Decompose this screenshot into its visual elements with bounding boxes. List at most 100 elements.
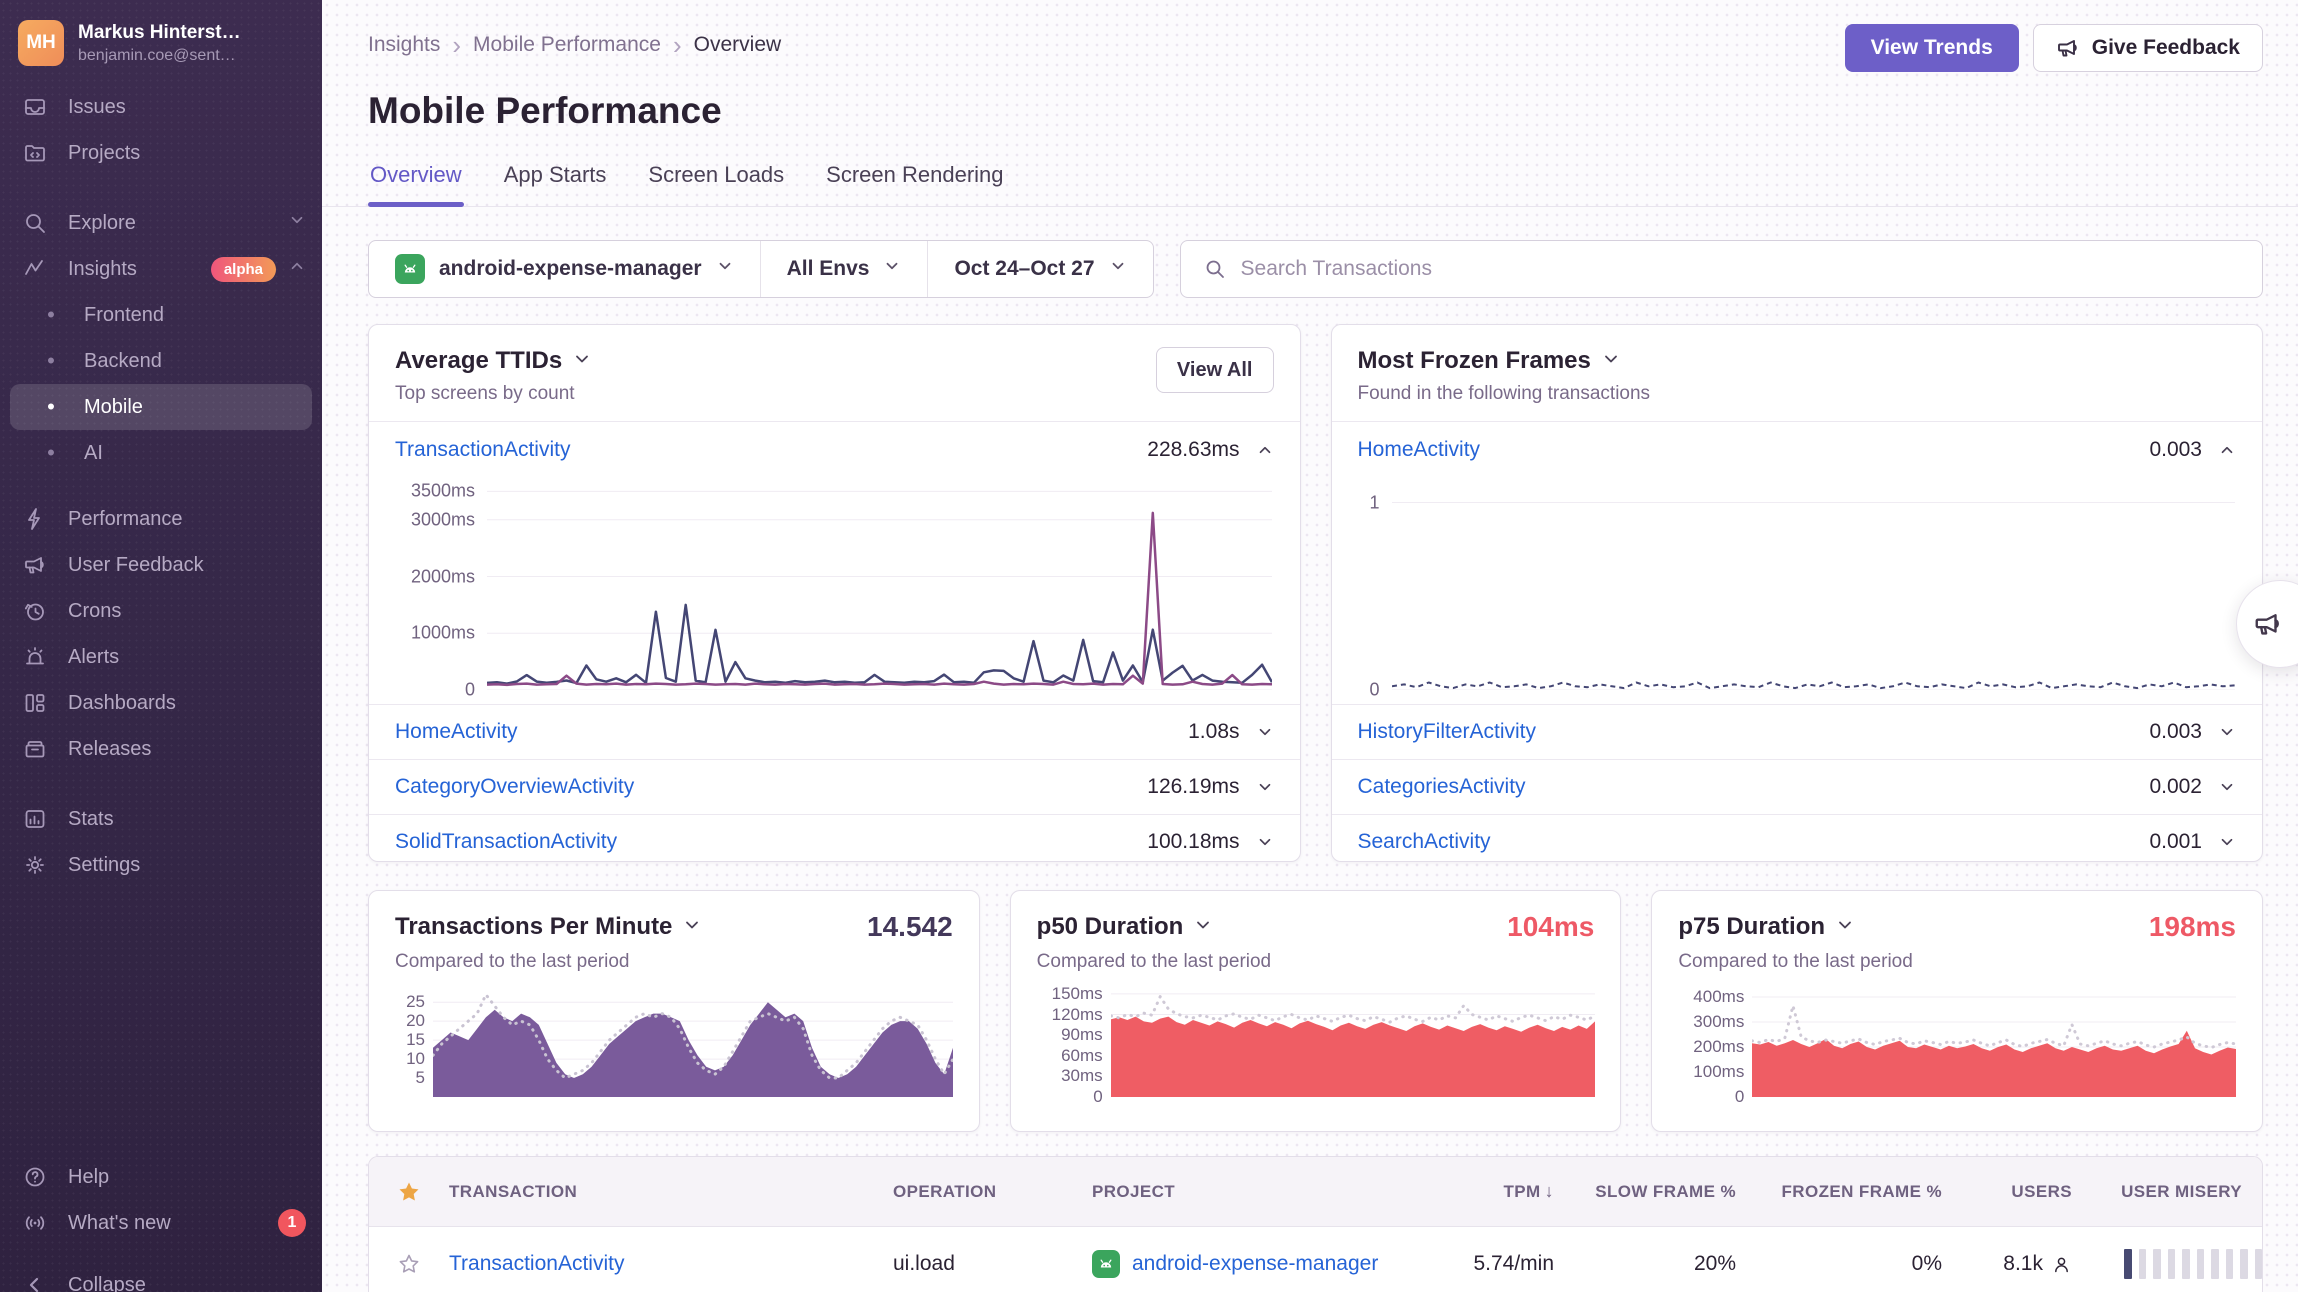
frozen-row[interactable]: SearchActivity 0.001 [1332,814,2263,862]
transaction-link[interactable]: SolidTransactionActivity [395,830,617,854]
chevron-up-icon[interactable] [2218,441,2236,459]
favorite-star-toggle[interactable] [369,1252,449,1276]
sidebar-item-ai[interactable]: • AI [0,430,322,476]
ttid-row[interactable]: HomeActivity 1.08s [369,704,1300,759]
transaction-link[interactable]: CategoryOverviewActivity [395,775,634,799]
col-user-misery[interactable]: USER MISERY [2072,1182,2262,1202]
org-user-switcher[interactable]: MH Markus Hinterst… benjamin.coe@sent… [0,20,322,84]
chevron-down-icon[interactable] [1256,778,1274,796]
chevron-down-icon[interactable] [1256,833,1274,851]
sidebar-item-user-feedback[interactable]: User Feedback [0,542,322,588]
col-transaction[interactable]: TRANSACTION [449,1182,893,1202]
average-ttids-title: Average TTIDs [395,347,562,375]
col-slow-frame[interactable]: SLOW FRAME % [1554,1182,1736,1202]
col-tpm[interactable]: TPM↓ [1392,1181,1554,1202]
user-name: Markus Hinterst… [78,22,241,44]
sidebar-item-label: Projects [68,142,140,165]
tpm-card: Transactions Per Minute 14.542 Compared … [368,890,980,1132]
filter-bar: android-expense-manager All Envs Oct 24–… [368,240,2263,298]
give-feedback-button[interactable]: Give Feedback [2033,24,2263,72]
frozen-frame-cell: 0% [1736,1252,1942,1276]
chevron-down-icon[interactable] [1193,915,1213,940]
search-transactions-box [1180,240,2263,298]
ttid-row[interactable]: CategoryOverviewActivity 126.19ms [369,759,1300,814]
bullet-icon: • [38,442,64,464]
chevron-down-icon[interactable] [2218,778,2236,796]
chevron-down-icon[interactable] [2218,833,2236,851]
view-trends-button[interactable]: View Trends [1845,24,2019,72]
transaction-link[interactable]: SearchActivity [1358,830,1491,854]
chevron-down-icon[interactable] [1835,915,1855,940]
sidebar-item-label: Help [68,1166,109,1189]
siren-icon [22,644,48,670]
sidebar-item-dashboards[interactable]: Dashboards [0,680,322,726]
chevron-down-icon[interactable] [572,349,592,374]
insights-icon [22,256,48,282]
tab-app-starts[interactable]: App Starts [502,162,609,206]
y-axis-tick: 300ms [1693,1012,1744,1032]
sidebar-item-alerts[interactable]: Alerts [0,634,322,680]
transaction-link[interactable]: TransactionActivity [395,438,570,462]
view-all-button[interactable]: View All [1156,347,1274,393]
sidebar-item-releases[interactable]: Releases [0,726,322,772]
chevron-down-icon[interactable] [682,915,702,940]
sidebar-item-insights[interactable]: Insights alpha [0,246,322,292]
transaction-link[interactable]: CategoriesActivity [1358,775,1526,799]
p50-duration-card: p50 Duration 104ms Compared to the last … [1010,890,1622,1132]
chevron-down-icon[interactable] [2218,723,2236,741]
tab-screen-rendering[interactable]: Screen Rendering [824,162,1005,206]
breadcrumb-mobile-performance[interactable]: Mobile Performance [473,33,661,57]
sidebar-item-settings[interactable]: Settings [0,842,322,888]
frozen-row[interactable]: HistoryFilterActivity 0.003 [1332,704,2263,759]
sidebar-item-backend[interactable]: • Backend [0,338,322,384]
search-transactions-input[interactable] [1241,257,2240,281]
environment-selector[interactable]: All Envs [760,241,928,297]
issues-icon [22,94,48,120]
frozen-row[interactable]: CategoriesActivity 0.002 [1332,759,2263,814]
sidebar-item-explore[interactable]: Explore [0,200,322,246]
y-axis-tick: 25 [406,992,425,1012]
search-icon [1203,257,1227,281]
y-axis-tick: 5 [416,1068,425,1088]
col-users[interactable]: USERS [1942,1182,2072,1202]
sidebar-item-help[interactable]: Help [0,1154,322,1200]
chevron-down-icon[interactable] [1256,723,1274,741]
col-frozen-frame[interactable]: FROZEN FRAME % [1736,1182,1942,1202]
avatar: MH [18,20,64,66]
sidebar-collapse-button[interactable]: Collapse [0,1262,322,1292]
sidebar-item-frontend[interactable]: • Frontend [0,292,322,338]
transaction-link[interactable]: HomeActivity [395,720,518,744]
sidebar-item-stats[interactable]: Stats [0,796,322,842]
ttid-row-expanded[interactable]: TransactionActivity 228.63ms [369,422,1300,478]
sidebar-item-whats-new[interactable]: What's new 1 [0,1200,322,1246]
sidebar-item-issues[interactable]: Issues [0,84,322,130]
date-range-selector[interactable]: Oct 24–Oct 27 [927,241,1152,297]
y-axis-tick: 10 [406,1049,425,1069]
ttid-row[interactable]: SolidTransactionActivity 100.18ms [369,814,1300,862]
chevron-down-icon[interactable] [1601,349,1621,374]
sidebar-item-projects[interactable]: Projects [0,130,322,176]
y-axis-tick: 0 [1735,1087,1744,1107]
col-operation[interactable]: OPERATION [893,1182,1092,1202]
chevron-up-icon[interactable] [1256,441,1274,459]
project-cell[interactable]: android-expense-manager [1092,1250,1392,1278]
tab-screen-loads[interactable]: Screen Loads [646,162,786,206]
ttid-value: 228.63ms [1147,438,1239,462]
project-selector[interactable]: android-expense-manager [369,241,760,297]
col-project[interactable]: PROJECT [1092,1182,1392,1202]
breadcrumb-insights[interactable]: Insights [368,33,440,57]
sidebar-item-crons[interactable]: Crons [0,588,322,634]
favorite-star-icon[interactable] [369,1180,449,1204]
transaction-link[interactable]: HistoryFilterActivity [1358,720,1537,744]
chevron-down-icon [716,257,734,281]
sidebar-item-performance[interactable]: Performance [0,496,322,542]
sidebar-item-label: AI [84,442,103,465]
frozen-row-expanded[interactable]: HomeActivity 0.003 [1332,422,2263,478]
sidebar-item-mobile[interactable]: • Mobile [10,384,312,430]
tab-overview[interactable]: Overview [368,162,464,206]
transaction-link[interactable]: HomeActivity [1358,438,1481,462]
tpm-y-axis: 252015105 [369,987,433,1097]
transaction-cell[interactable]: TransactionActivity [449,1252,893,1276]
user-icon [2051,1254,2072,1275]
card-subtitle: Compared to the last period [369,951,979,973]
